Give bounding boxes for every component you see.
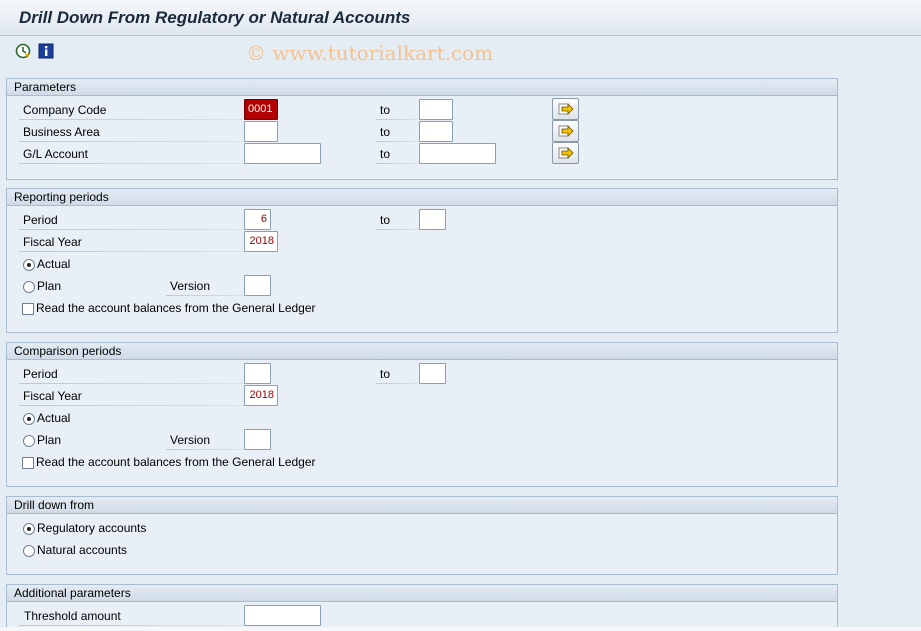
label-underline — [19, 119, 244, 120]
watermark: © www.tutorialkart.com — [246, 41, 494, 65]
read-gl-label: Read the account balances from the Gener… — [36, 455, 316, 469]
comparison-version-field[interactable] — [244, 429, 271, 450]
label-underline — [376, 119, 419, 120]
comparison-actual-radio[interactable] — [23, 413, 35, 425]
to-label: to — [380, 213, 391, 227]
arrow-right-icon — [558, 103, 574, 115]
business-area-to-field[interactable] — [419, 121, 453, 142]
threshold-amount-label: Threshold amount — [24, 609, 121, 623]
label-underline — [19, 229, 244, 230]
comparison-plan-radio[interactable] — [23, 435, 35, 447]
group-header: Reporting periods — [7, 189, 837, 206]
to-label: to — [380, 125, 391, 139]
title-bar: Drill Down From Regulatory or Natural Ac… — [0, 0, 921, 36]
label-underline — [19, 625, 244, 626]
reporting-period-to-field[interactable] — [419, 209, 446, 230]
label-underline — [19, 163, 244, 164]
actual-label: Actual — [37, 257, 71, 271]
regulatory-accounts-radio[interactable] — [23, 523, 35, 535]
reporting-fiscal-year-field[interactable]: 2018 — [244, 231, 278, 252]
comparison-period-from-field[interactable] — [244, 363, 271, 384]
company-code-label: Company Code — [23, 103, 107, 117]
label-underline — [19, 251, 244, 252]
label-underline — [166, 295, 244, 296]
business-area-from-field[interactable] — [244, 121, 278, 142]
info-icon[interactable] — [38, 43, 54, 59]
label-underline — [376, 383, 419, 384]
plan-label: Plan — [37, 279, 62, 293]
reporting-plan-radio[interactable] — [23, 281, 35, 293]
arrow-right-icon — [558, 125, 574, 137]
comparison-period-to-field[interactable] — [419, 363, 446, 384]
label-underline — [376, 163, 419, 164]
natural-accounts-label: Natural accounts — [37, 543, 128, 557]
fiscal-year-label: Fiscal Year — [23, 235, 82, 249]
business-area-label: Business Area — [23, 125, 100, 139]
fiscal-year-label: Fiscal Year — [23, 389, 82, 403]
regulatory-accounts-label: Regulatory accounts — [37, 521, 147, 535]
additional-parameters-group: Additional parameters Threshold amount — [6, 584, 838, 628]
gl-account-multiple-selection-button[interactable] — [552, 142, 579, 164]
group-header: Additional parameters — [7, 585, 837, 602]
label-underline — [19, 405, 244, 406]
parameters-group: Parameters Company Code 0001 to Business… — [6, 78, 838, 180]
to-label: to — [380, 367, 391, 381]
period-label: Period — [23, 213, 58, 227]
gl-account-to-field[interactable] — [419, 143, 496, 164]
company-code-to-field[interactable] — [419, 99, 453, 120]
gl-account-from-field[interactable] — [244, 143, 321, 164]
comparison-fiscal-year-field[interactable]: 2018 — [244, 385, 278, 406]
natural-accounts-radio[interactable] — [23, 545, 35, 557]
arrow-right-icon — [558, 147, 574, 159]
business-area-multiple-selection-button[interactable] — [552, 120, 579, 142]
actual-label: Actual — [37, 411, 71, 425]
plan-label: Plan — [37, 433, 62, 447]
comparison-periods-group: Comparison periods Period to Fiscal Year… — [6, 342, 838, 487]
label-underline — [19, 383, 244, 384]
group-header: Drill down from — [7, 497, 837, 514]
group-header: Parameters — [7, 79, 837, 96]
to-label: to — [380, 147, 391, 161]
label-underline — [376, 141, 419, 142]
version-label: Version — [170, 433, 211, 447]
company-code-multiple-selection-button[interactable] — [552, 98, 579, 120]
gl-account-label: G/L Account — [23, 147, 88, 161]
page-title: Drill Down From Regulatory or Natural Ac… — [19, 8, 411, 27]
read-gl-label: Read the account balances from the Gener… — [36, 301, 316, 315]
label-underline — [166, 449, 244, 450]
company-code-from-field[interactable]: 0001 — [244, 99, 278, 120]
reporting-actual-radio[interactable] — [23, 259, 35, 271]
execute-icon[interactable] — [15, 43, 31, 59]
to-label: to — [380, 103, 391, 117]
reporting-period-from-field[interactable]: 6 — [244, 209, 271, 230]
status-bar — [0, 627, 921, 631]
version-label: Version — [170, 279, 211, 293]
comparison-read-gl-checkbox[interactable] — [22, 457, 34, 469]
period-label: Period — [23, 367, 58, 381]
drill-down-from-group: Drill down from Regulatory accounts Natu… — [6, 496, 838, 575]
threshold-amount-field[interactable] — [244, 605, 321, 626]
label-underline — [376, 229, 419, 230]
label-underline — [19, 141, 244, 142]
reporting-read-gl-checkbox[interactable] — [22, 303, 34, 315]
group-header: Comparison periods — [7, 343, 837, 360]
reporting-version-field[interactable] — [244, 275, 271, 296]
reporting-periods-group: Reporting periods Period 6 to Fiscal Yea… — [6, 188, 838, 333]
